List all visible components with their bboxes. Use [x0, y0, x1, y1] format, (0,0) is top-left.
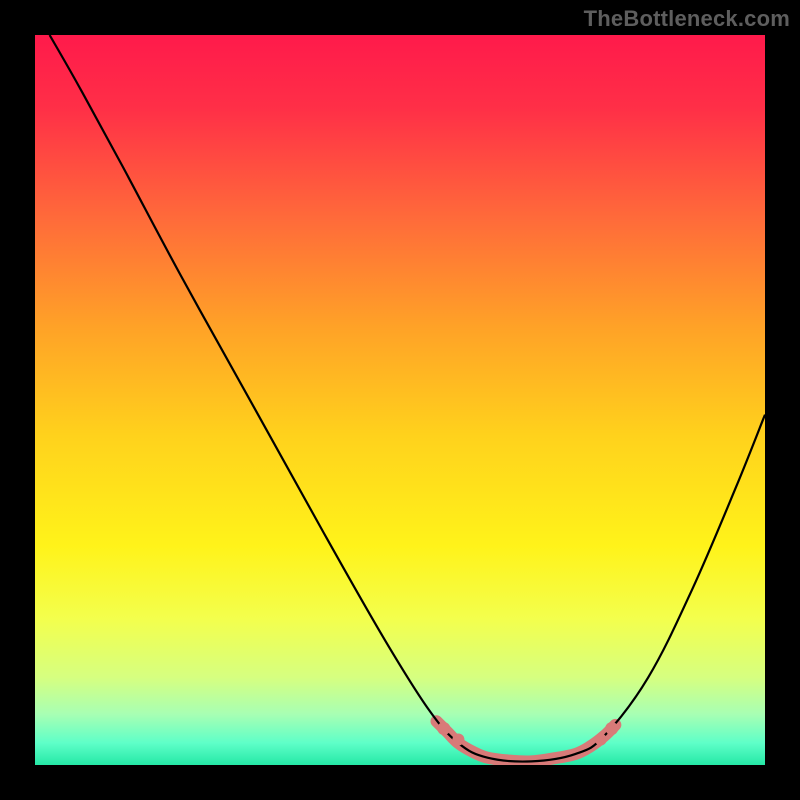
highlight-marker: [437, 722, 450, 735]
chart-svg: [35, 35, 765, 765]
chart-root: TheBottleneck.com: [0, 0, 800, 800]
highlight-marker: [452, 733, 464, 745]
plot-area: [35, 35, 765, 765]
highlight-marker: [605, 722, 618, 735]
gradient-background: [35, 35, 765, 765]
watermark-text: TheBottleneck.com: [584, 6, 790, 32]
highlight-marker: [595, 733, 607, 745]
